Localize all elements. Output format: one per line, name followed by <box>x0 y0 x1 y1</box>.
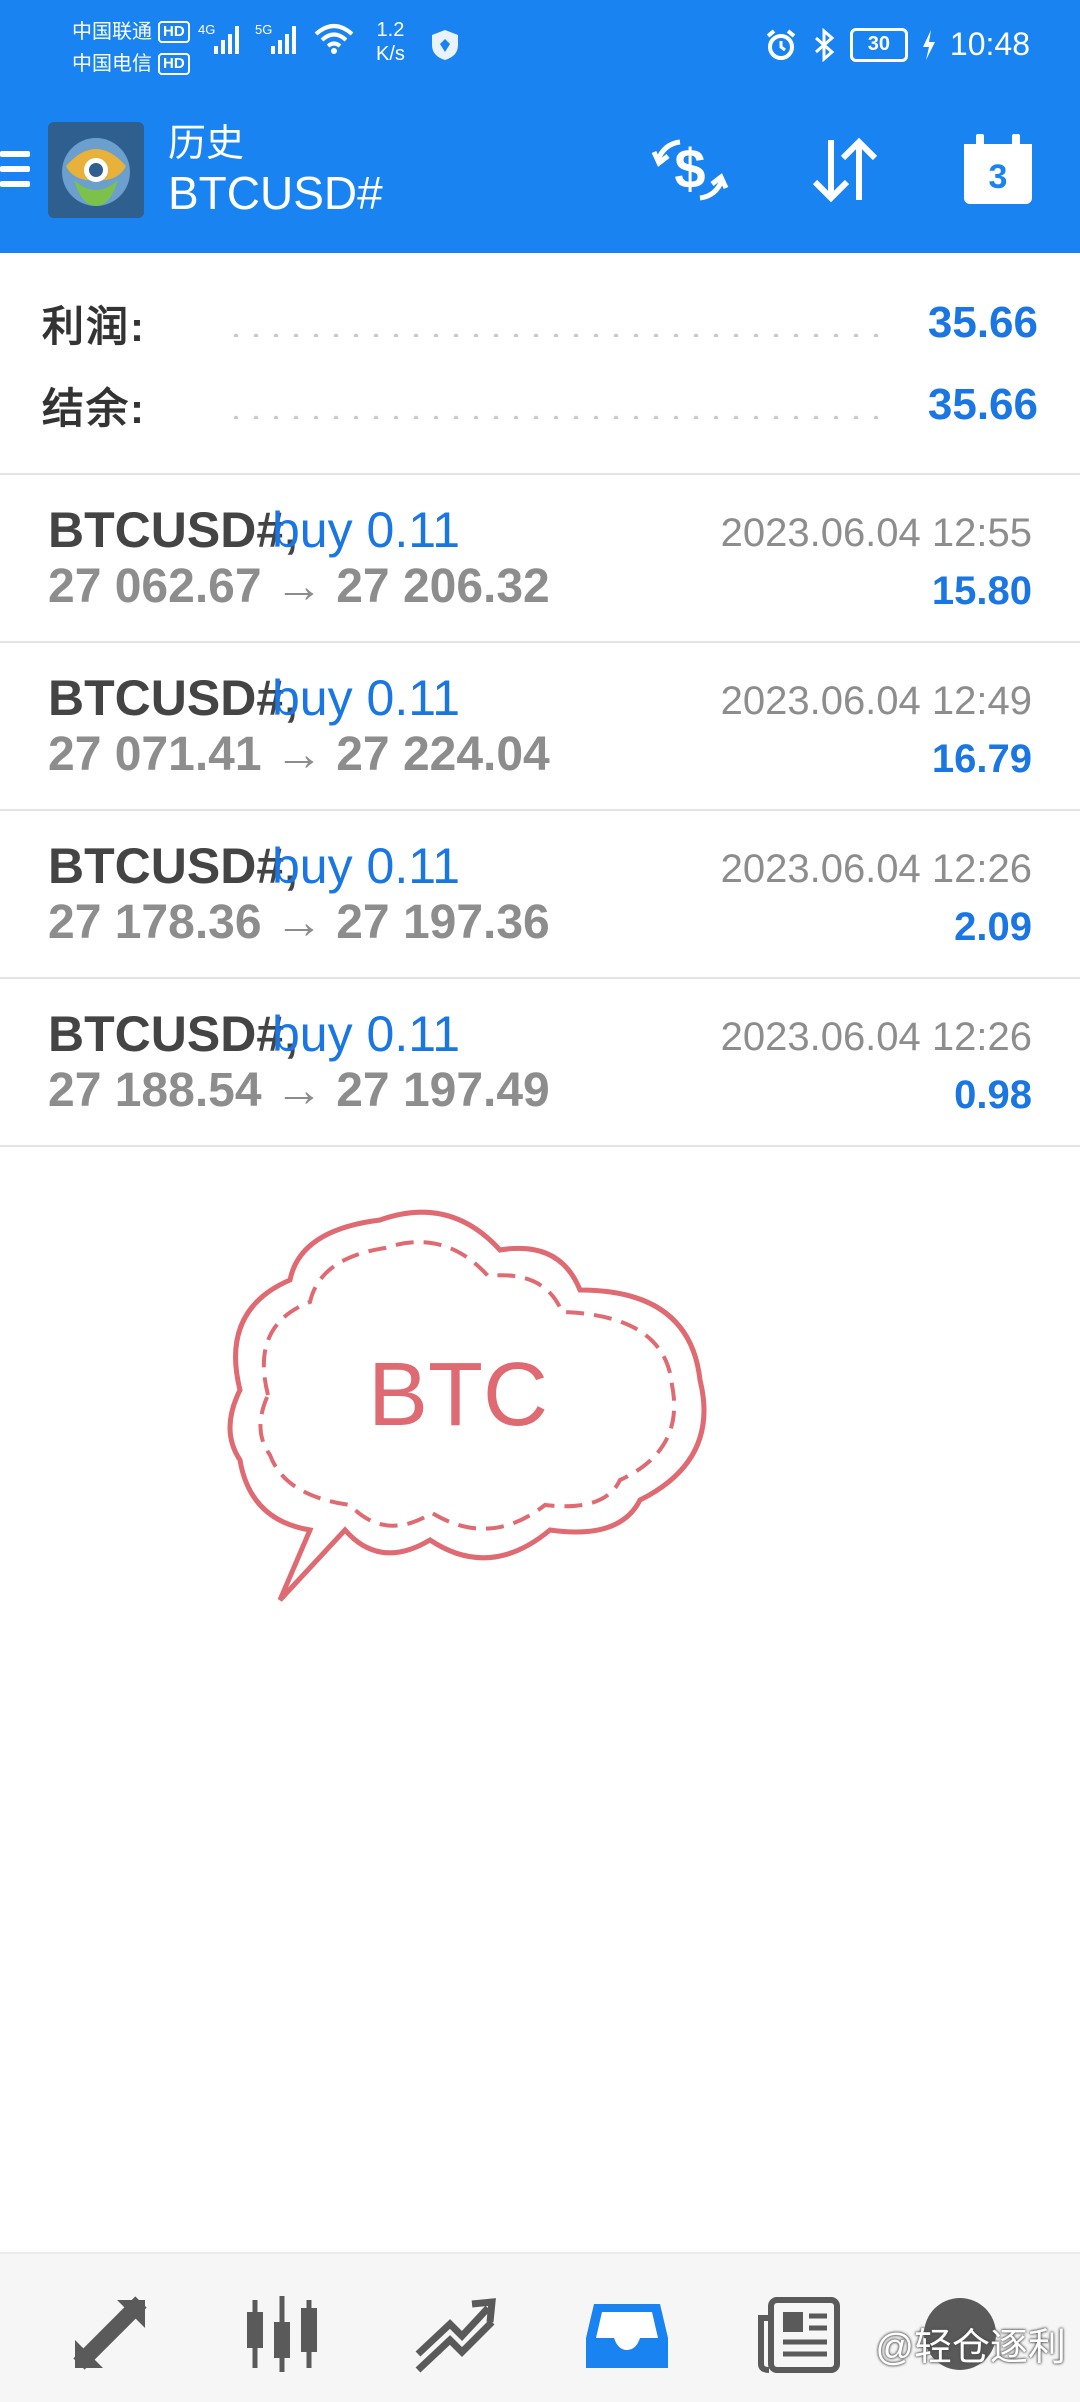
deal-prices: 27 178.36 → 27 197.36 <box>48 896 550 949</box>
status-right: 30 10:48 <box>764 26 1030 63</box>
carrier-name-2: 中国电信 <box>72 53 152 75</box>
deal-symbol: BTCUSD#, <box>48 1006 299 1062</box>
currency-exchange-icon[interactable]: $ <box>650 130 730 210</box>
wifi-icon <box>314 24 354 54</box>
hd-badge-2: HD <box>158 53 190 75</box>
deal-type: buy 0.11 <box>272 502 461 558</box>
chart-icon[interactable] <box>237 2294 327 2374</box>
signal-indicators: 4G 5G <box>198 22 354 54</box>
balance-label: 结余: <box>42 384 146 432</box>
bluetooth-icon <box>814 27 835 62</box>
shield-icon <box>432 30 458 60</box>
dotted-leader <box>226 333 892 337</box>
btc-cloud-stamp: BTC <box>227 1209 707 1602</box>
profit-value: 35.66 <box>927 298 1038 347</box>
sort-icon[interactable] <box>805 130 885 210</box>
status-bar: 中国联通 HD 中国电信 HD 4G 5G 1.2 K/s 30 10:48 <box>0 0 1080 96</box>
balance-row: 结余: 35.66 <box>42 375 1038 435</box>
network-speed-value: 1.2 <box>376 19 405 41</box>
menu-button[interactable] <box>0 151 30 197</box>
calendar-icon[interactable]: 3 <box>958 130 1038 210</box>
deal-profit: 0.98 <box>954 1073 1032 1117</box>
deal-prices: 27 188.54 → 27 197.49 <box>48 1064 550 1117</box>
quotes-icon[interactable] <box>65 2294 155 2374</box>
network-speed: 1.2 K/s <box>376 18 405 66</box>
network-speed-unit: K/s <box>376 43 405 65</box>
deal-row[interactable]: BTCUSD#, buy 0.11 27 178.36 → 27 197.36 … <box>0 811 1080 979</box>
toolbar-title: BTCUSD# <box>168 167 383 219</box>
deal-symbol: BTCUSD#, <box>48 670 299 726</box>
alarm-icon <box>766 28 796 60</box>
signal-strength-icon-2: 5G <box>255 22 296 54</box>
deal-time: 2023.06.04 12:55 <box>720 511 1032 555</box>
deal-profit: 2.09 <box>954 905 1032 949</box>
clock-time: 10:48 <box>949 26 1030 62</box>
network-gen-label-1: 4G <box>198 22 216 37</box>
deal-time: 2023.06.04 12:26 <box>720 847 1032 891</box>
app-header: 中国联通 HD 中国电信 HD 4G 5G 1.2 K/s 30 10:48 历… <box>0 0 1080 253</box>
hd-badge-1: HD <box>158 21 190 43</box>
metatrader-logo <box>48 122 144 218</box>
deal-type: buy 0.11 <box>272 1006 461 1062</box>
profit-label: 利润: <box>42 302 146 350</box>
deal-symbol: BTCUSD#, <box>48 838 299 894</box>
deal-profit: 16.79 <box>931 737 1032 781</box>
deal-row[interactable]: BTCUSD#, buy 0.11 27 188.54 → 27 197.49 … <box>0 979 1080 1147</box>
history-icon[interactable] <box>582 2294 672 2374</box>
deal-prices: 27 071.41 → 27 224.04 <box>48 728 550 781</box>
svg-text:$: $ <box>674 137 705 200</box>
deal-type: buy 0.11 <box>272 838 461 894</box>
deal-time: 2023.06.04 12:49 <box>720 679 1032 723</box>
balance-value: 35.66 <box>927 380 1038 429</box>
deal-type: buy 0.11 <box>272 670 461 726</box>
deal-profit: 15.80 <box>931 569 1032 613</box>
news-icon[interactable] <box>755 2294 845 2374</box>
carrier-name-1: 中国联通 <box>72 21 152 43</box>
deal-symbol: BTCUSD#, <box>48 502 299 558</box>
signal-strength-icon: 4G <box>198 22 239 54</box>
deal-row[interactable]: BTCUSD#, buy 0.11 27 062.67 → 27 206.32 … <box>0 475 1080 643</box>
bottom-navigation: @轻仓逐利 <box>0 2252 1080 2402</box>
battery-indicator: 30 <box>849 27 908 62</box>
profit-row: 利润: 35.66 <box>42 293 1038 353</box>
trade-icon[interactable] <box>410 2294 500 2374</box>
calendar-day-number: 3 <box>988 158 1008 196</box>
carrier-info: 中国联通 HD 中国电信 HD <box>72 16 190 80</box>
watermark-text: @轻仓逐利 <box>875 2327 1066 2369</box>
dotted-leader <box>226 415 892 419</box>
history-summary: 利润: 35.66 结余: 35.66 <box>0 253 1080 475</box>
deal-row[interactable]: BTCUSD#, buy 0.11 27 071.41 → 27 224.04 … <box>0 643 1080 811</box>
app-toolbar: 历史 BTCUSD# $ 3 <box>0 96 1080 253</box>
network-gen-label-2: 5G <box>255 22 273 37</box>
stamp-text: BTC <box>368 1345 548 1445</box>
deal-time: 2023.06.04 12:26 <box>720 1015 1032 1059</box>
deal-prices: 27 062.67 → 27 206.32 <box>48 560 550 613</box>
charging-icon <box>922 29 935 60</box>
toolbar-subtitle: 历史 <box>168 123 245 165</box>
